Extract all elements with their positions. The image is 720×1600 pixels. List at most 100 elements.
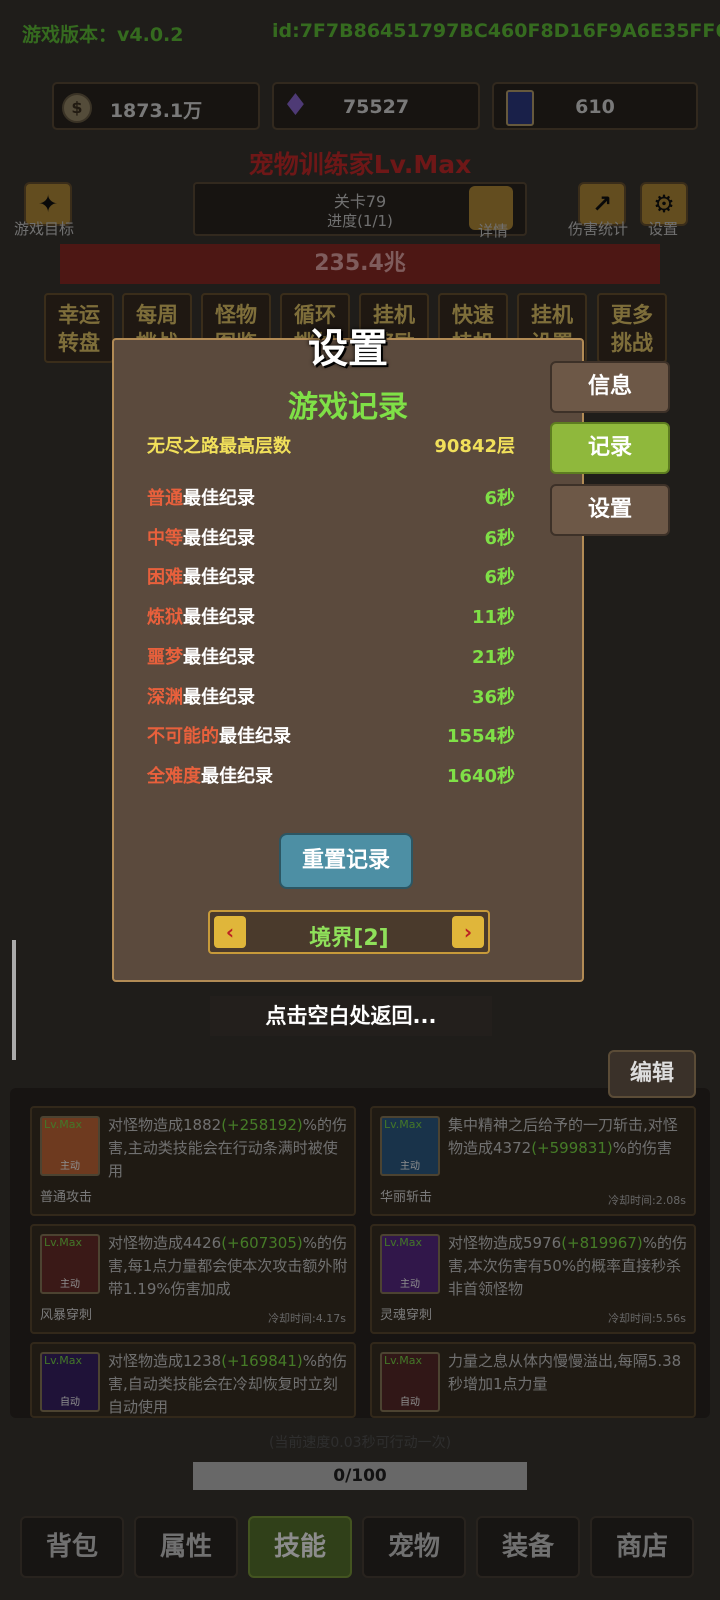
skill-desc-part: (+258192) bbox=[221, 1116, 303, 1134]
tap-to-return-hint: 点击空白处返回... bbox=[210, 996, 492, 1036]
difficulty-name: 全难度 bbox=[147, 765, 201, 787]
bottom-tab-5[interactable]: 商店 bbox=[590, 1516, 694, 1578]
details-label: 详情 bbox=[478, 222, 509, 240]
skill-description: 对怪物造成4426(+607305)%的伤害,每1点力量都会使本次攻击额外附带1… bbox=[108, 1232, 348, 1301]
bottom-tab-0[interactable]: 背包 bbox=[20, 1516, 124, 1578]
skill-icon: Lv.Max 自动 bbox=[380, 1352, 440, 1412]
best-record-suffix: 最佳纪录 bbox=[183, 686, 255, 708]
record-value: 11秒 bbox=[471, 607, 515, 629]
skill-level: Lv.Max bbox=[384, 1236, 423, 1249]
record-label: 全难度最佳纪录 bbox=[147, 762, 273, 788]
sparkle-icon: ✦ bbox=[37, 190, 59, 218]
chevron-right-icon[interactable]: › bbox=[452, 916, 484, 948]
best-record-suffix: 最佳纪录 bbox=[219, 726, 291, 748]
skill-type: 主动 bbox=[60, 1279, 80, 1290]
damage-stats-label: 伤害统计 bbox=[568, 220, 629, 238]
record-value: 6秒 bbox=[484, 567, 515, 589]
difficulty-name: 炼狱 bbox=[147, 607, 183, 629]
bottom-tab-3[interactable]: 宠物 bbox=[362, 1516, 466, 1578]
edit-button[interactable]: 编辑 bbox=[608, 1050, 696, 1098]
tab-records[interactable]: 记录 bbox=[550, 422, 670, 474]
skill-level: Lv.Max bbox=[44, 1236, 83, 1249]
skill-desc-part: 对怪物造成4426 bbox=[108, 1234, 222, 1252]
skill-name: 普通攻击 bbox=[40, 1190, 93, 1205]
skill-type: 主动 bbox=[400, 1279, 420, 1290]
skill-card[interactable]: Lv.Max 自动 对怪物造成1238(+169841)%的伤害,自动类技能会在冷却… bbox=[30, 1342, 356, 1418]
stage-panel: 关卡79 进度(1/1) bbox=[193, 182, 527, 236]
player-title: 宠物训练家Lv.Max bbox=[248, 150, 472, 179]
skill-description: 对怪物造成1882(+258192)%的伤害,主动类技能会在行动条满时被使用 bbox=[108, 1114, 348, 1183]
difficulty-name: 深渊 bbox=[147, 686, 183, 708]
chart-icon: ↗ bbox=[591, 190, 613, 218]
skill-cooldown: 冷却时间:2.08s bbox=[608, 1194, 686, 1207]
skill-icon: Lv.Max 主动 bbox=[40, 1116, 100, 1176]
action-speed: (当前速度0.03秒可行动一次) bbox=[268, 1435, 452, 1451]
card-counter: 610 bbox=[492, 82, 698, 130]
feature-button-0[interactable]: 幸运 转盘 bbox=[44, 293, 114, 363]
crystal-counter: ♦ 75527 bbox=[272, 82, 480, 130]
best-record-suffix: 最佳纪录 bbox=[183, 488, 255, 509]
max-floor-value: 90842层 bbox=[434, 436, 515, 457]
record-value: 21秒 bbox=[471, 646, 515, 668]
max-floor-label: 无尽之路最高层数 bbox=[147, 436, 291, 457]
difficulty-name: 不可能的 bbox=[147, 726, 219, 748]
realm-selector: ‹ 境界[2] › bbox=[208, 910, 490, 954]
record-label: 困难最佳纪录 bbox=[147, 563, 255, 589]
modal-title: 设置 bbox=[308, 326, 388, 372]
bottom-tab-4[interactable]: 装备 bbox=[476, 1516, 580, 1578]
skill-desc-part: (+819967) bbox=[561, 1234, 643, 1252]
skill-desc-part: %的伤害 bbox=[612, 1139, 672, 1157]
record-label: 中等最佳纪录 bbox=[147, 524, 255, 550]
skill-desc-part: (+607305) bbox=[221, 1234, 303, 1252]
best-record-suffix: 最佳纪录 bbox=[183, 567, 255, 589]
skill-card[interactable]: Lv.Max 主动灵魂穿刺 对怪物造成5976(+819967)%的伤害,本次伤害有… bbox=[370, 1224, 696, 1334]
gear-icon: ⚙ bbox=[653, 190, 675, 218]
best-record-suffix: 最佳纪录 bbox=[183, 646, 255, 668]
skill-desc-part: (+599831) bbox=[531, 1139, 613, 1157]
tab-info[interactable]: 信息 bbox=[550, 361, 670, 413]
monster-hp-bar: 235.4兆 bbox=[60, 244, 660, 284]
skill-icon: Lv.Max 主动 bbox=[380, 1234, 440, 1294]
skill-cooldown: 冷却时间:5.56s bbox=[608, 1312, 686, 1325]
skill-desc-part: 对怪物造成1882 bbox=[108, 1116, 222, 1134]
skill-card[interactable]: Lv.Max 主动普通攻击 对怪物造成1882(+258192)%的伤害,主动类技能… bbox=[30, 1106, 356, 1216]
skill-card[interactable]: Lv.Max 自动 力量之息从体内慢慢溢出,每隔5.38秒增加1点力量 bbox=[370, 1342, 696, 1418]
skill-icon: Lv.Max 自动 bbox=[40, 1352, 100, 1412]
record-label: 不可能的最佳纪录 bbox=[147, 722, 291, 748]
skill-level: Lv.Max bbox=[44, 1118, 83, 1131]
skill-type: 自动 bbox=[60, 1397, 80, 1408]
skill-icon: Lv.Max 主动 bbox=[40, 1234, 100, 1294]
skill-type: 主动 bbox=[400, 1161, 420, 1172]
skill-desc-part: 力量之息从体内慢慢溢出,每隔5.38秒增加1点力量 bbox=[448, 1352, 682, 1393]
record-value: 6秒 bbox=[484, 527, 515, 549]
gold-counter: $ 1873.1万 bbox=[52, 82, 260, 130]
bottom-tab-1[interactable]: 属性 bbox=[134, 1516, 238, 1578]
best-record-suffix: 最佳纪录 bbox=[201, 765, 273, 787]
skill-name: 华丽斩击 bbox=[380, 1190, 433, 1205]
skill-card[interactable]: Lv.Max 主动 华丽斩击 集中精神之后给予的一刀斩击,对怪物造成4372(+599… bbox=[370, 1106, 696, 1216]
skill-type: 自动 bbox=[400, 1397, 420, 1408]
skill-desc-part: 对怪物造成1238 bbox=[108, 1352, 222, 1370]
bottom-tab-2[interactable]: 技能 bbox=[248, 1516, 352, 1578]
feature-button-7[interactable]: 更多 挑战 bbox=[597, 293, 667, 363]
skill-level: Lv.Max bbox=[384, 1354, 423, 1367]
game-goal-label: 游戏目标 bbox=[14, 220, 75, 238]
best-record-suffix: 最佳纪录 bbox=[183, 527, 255, 549]
best-record-suffix: 最佳纪录 bbox=[183, 607, 255, 629]
tab-settings[interactable]: 设置 bbox=[550, 484, 670, 536]
difficulty-name: 困难 bbox=[147, 567, 183, 589]
skill-name: 灵魂穿刺 bbox=[380, 1308, 433, 1323]
skill-description: 对怪物造成5976(+819967)%的伤害,本次伤害有50%的概率直接秒杀非首… bbox=[448, 1232, 688, 1301]
record-value: 1640秒 bbox=[446, 765, 515, 787]
reset-records-button[interactable]: 重置记录 bbox=[279, 833, 413, 889]
skill-cooldown: 冷却时间:4.17s bbox=[268, 1312, 346, 1325]
skill-name: 风暴穿刺 bbox=[40, 1308, 93, 1323]
record-value: 1554秒 bbox=[446, 726, 515, 748]
record-label: 炼狱最佳纪录 bbox=[147, 603, 255, 629]
skill-desc-part: 对怪物造成5976 bbox=[448, 1234, 562, 1252]
skill-level: Lv.Max bbox=[384, 1118, 423, 1131]
skill-card[interactable]: Lv.Max 主动风暴穿刺 对怪物造成4426(+607305)%的伤害,每1点力量… bbox=[30, 1224, 356, 1334]
action-progress: 0/100 bbox=[193, 1462, 527, 1490]
version-label: 游戏版本：v4.0.2 bbox=[22, 24, 184, 46]
skill-level: Lv.Max bbox=[44, 1354, 83, 1367]
